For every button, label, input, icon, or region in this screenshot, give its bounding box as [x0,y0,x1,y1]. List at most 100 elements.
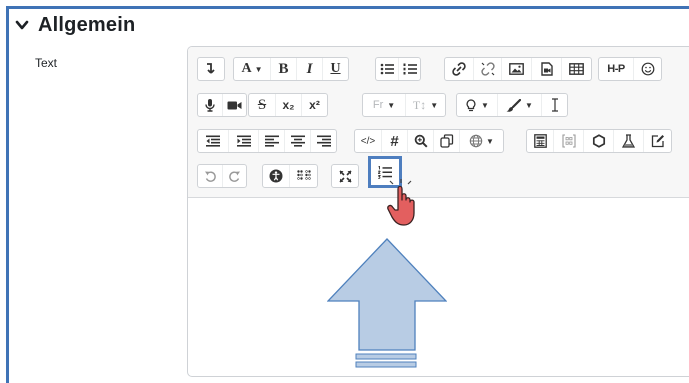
code-button[interactable]: </> [355,130,381,152]
smiley-icon [641,62,654,76]
text-cursor-icon [551,98,558,112]
edit-button[interactable] [643,130,671,152]
toolbar-group-align [197,129,337,153]
toolbar-group-color: ▼ ▼ [456,93,568,117]
section-title: Allgemein [38,13,136,36]
unlink-button[interactable] [473,58,501,80]
line-height-label: T↕ [412,97,427,112]
italic-label: I [306,60,313,77]
toolbar-group-tools [526,129,672,153]
copy-button[interactable] [433,130,459,152]
insert-media-button[interactable] [531,58,561,80]
background-color-button[interactable]: ▼ [457,94,497,116]
toolbar-group-accessibility [262,164,318,188]
undo-button[interactable] [198,165,222,187]
align-left-icon [264,135,279,147]
hashtag-button[interactable]: # [381,130,407,152]
unordered-list-icon [380,63,394,75]
bold-button[interactable]: B [270,58,296,80]
paragraph-format-button[interactable] [198,58,224,80]
braille-icon [296,170,311,180]
fullscreen-button[interactable] [332,165,358,187]
calculator-button[interactable] [527,130,553,152]
h5p-button[interactable]: H-P [599,58,633,80]
hexagon-icon [592,134,605,148]
outdent-button[interactable] [198,130,228,152]
video-camera-icon [227,101,242,109]
toolbar-group-h5p: H-P [598,57,662,81]
dropdown-caret-icon: ▼ [481,100,489,110]
toolbar-group-lists [375,57,421,81]
dropdown-caret-icon: ▼ [486,136,494,146]
underline-button[interactable]: U [322,58,348,80]
italic-button[interactable]: I [296,58,322,80]
align-center-button[interactable] [284,130,310,152]
redo-button[interactable] [222,165,246,187]
paragraph-format-icon [207,63,215,74]
subscript-label: x₂ [282,98,295,112]
align-right-button[interactable] [310,130,336,152]
line-height-button[interactable]: T↕ ▼ [405,94,445,116]
font-family-label: Fr [372,99,384,111]
clear-formatting-button[interactable] [541,94,567,116]
pencil-square-icon [651,135,664,148]
strikethrough-button[interactable]: S [249,94,275,116]
toolbar-group-text-style: A ▼ B I U [233,57,349,81]
align-left-button[interactable] [258,130,284,152]
matrix-button[interactable] [553,130,583,152]
subscript-button[interactable]: x₂ [275,94,301,116]
font-size-label: A [241,61,252,76]
editor-toolbar: A ▼ B I U H-P S x₂ x² Fr ▼ T↕ ▼ ▼ ▼ </> … [188,47,689,198]
dropdown-caret-icon: ▼ [254,64,263,74]
toolbar-group-insert: </> # ▼ [354,129,504,153]
unordered-list-button[interactable] [376,58,398,80]
hand-cursor-icon [387,179,415,226]
paint-brush-icon [506,98,522,112]
globe-icon [469,134,483,148]
align-right-icon [316,135,331,147]
dropdown-caret-icon: ▼ [525,100,533,110]
font-size-button[interactable]: A ▼ [234,58,270,80]
screenreader-helper-button[interactable] [289,165,317,187]
dropdown-caret-icon: ▼ [430,100,439,110]
matrix-icon [561,134,576,148]
find-replace-button[interactable] [407,130,433,152]
link-button[interactable] [445,58,473,80]
text-field-label: Text [35,56,58,70]
emoji-button[interactable] [633,58,661,80]
table-icon [569,63,584,75]
expand-icon [338,169,352,183]
bold-label: B [278,60,289,77]
section-header-allgemein[interactable]: Allgemein [15,11,135,39]
chemistry-button[interactable] [613,130,643,152]
chevron-down-icon[interactable] [15,18,29,32]
language-button[interactable]: ▼ [459,130,503,152]
calculator-icon [533,134,547,148]
dropdown-caret-icon: ▼ [387,100,396,110]
ordered-list-button[interactable] [398,58,420,80]
superscript-button[interactable]: x² [301,94,327,116]
outdent-icon [206,135,220,147]
record-video-button[interactable] [222,94,246,116]
pointer-arrow-graphic [327,238,447,368]
media-file-icon [540,62,553,76]
indent-icon [236,135,251,147]
accessibility-checker-button[interactable] [263,165,289,187]
accessibility-icon [269,169,283,183]
indent-button[interactable] [228,130,258,152]
toolbar-group-fullscreen [331,164,359,188]
font-family-button[interactable]: Fr ▼ [363,94,405,116]
superscript-label: x² [309,98,320,112]
chemistry-molecule-button[interactable] [583,130,613,152]
hashtag-label: # [390,132,399,150]
copy-icon [439,134,453,148]
toolbar-group-script: S x₂ x² [248,93,328,117]
insert-image-button[interactable] [501,58,531,80]
image-icon [509,63,524,75]
redo-icon [229,171,240,182]
toolbar-group-format [197,57,225,81]
toolbar-group-record [197,93,247,117]
table-button[interactable] [561,58,591,80]
record-audio-button[interactable] [198,94,222,116]
font-color-button[interactable]: ▼ [497,94,541,116]
